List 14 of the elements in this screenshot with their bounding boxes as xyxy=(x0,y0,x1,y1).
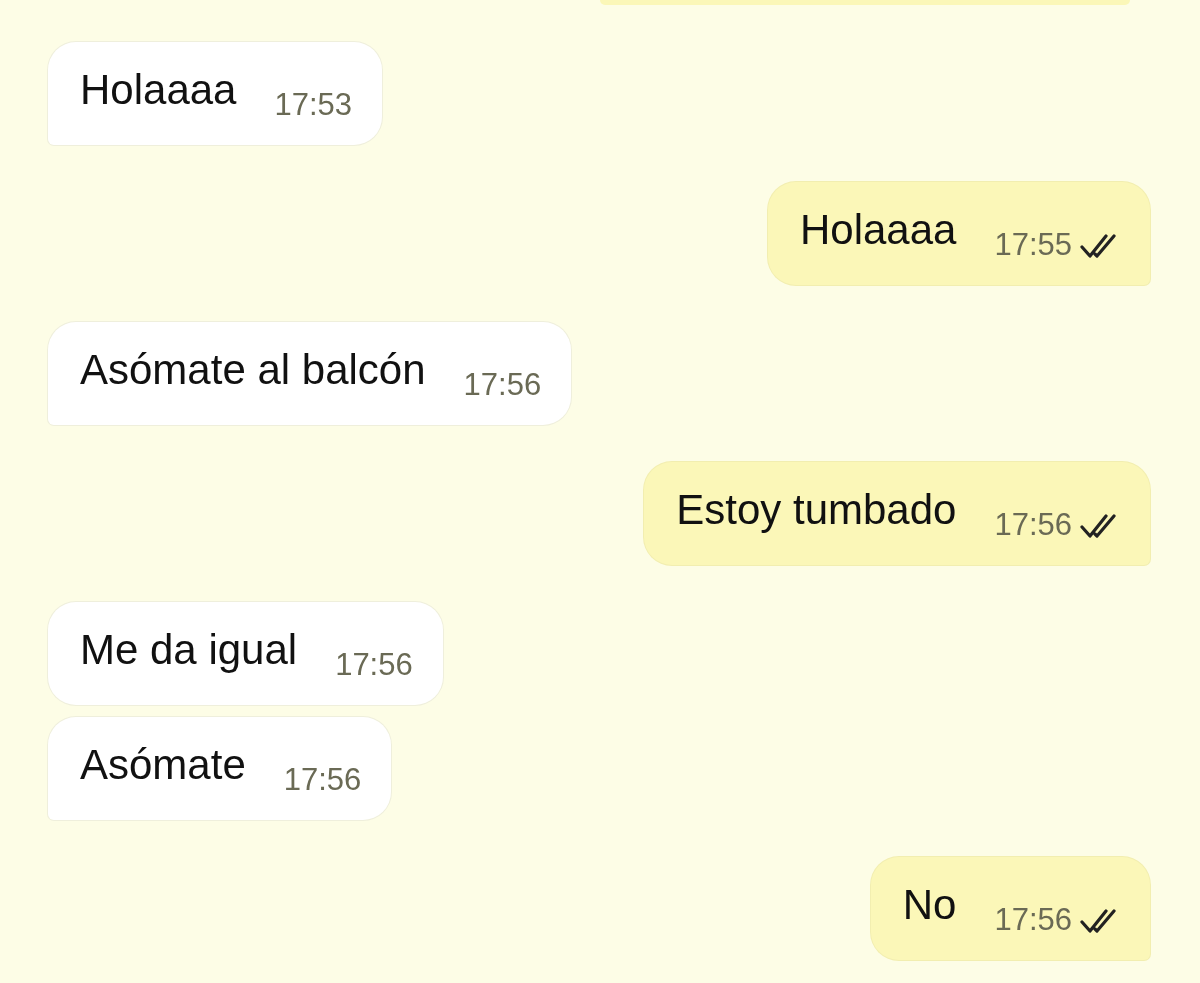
message-text: Me da igual xyxy=(80,624,298,675)
message-text: Holaaaa xyxy=(799,204,957,255)
message-time: 17:56 xyxy=(463,366,542,404)
message-time: 17:53 xyxy=(274,86,353,124)
message-time: 17:56 xyxy=(994,506,1072,544)
message-time: 17:55 xyxy=(994,226,1072,264)
message-text: Holaaaa xyxy=(80,64,237,115)
message-time: 17:56 xyxy=(335,646,413,684)
message-text: Asómate xyxy=(80,739,246,790)
message-time: 17:56 xyxy=(994,901,1072,939)
message-time: 17:56 xyxy=(283,761,362,799)
message-text: No xyxy=(902,879,957,930)
message-text: Asómate al balcón xyxy=(80,344,426,395)
message-text: Estoy tumbado xyxy=(676,484,957,535)
